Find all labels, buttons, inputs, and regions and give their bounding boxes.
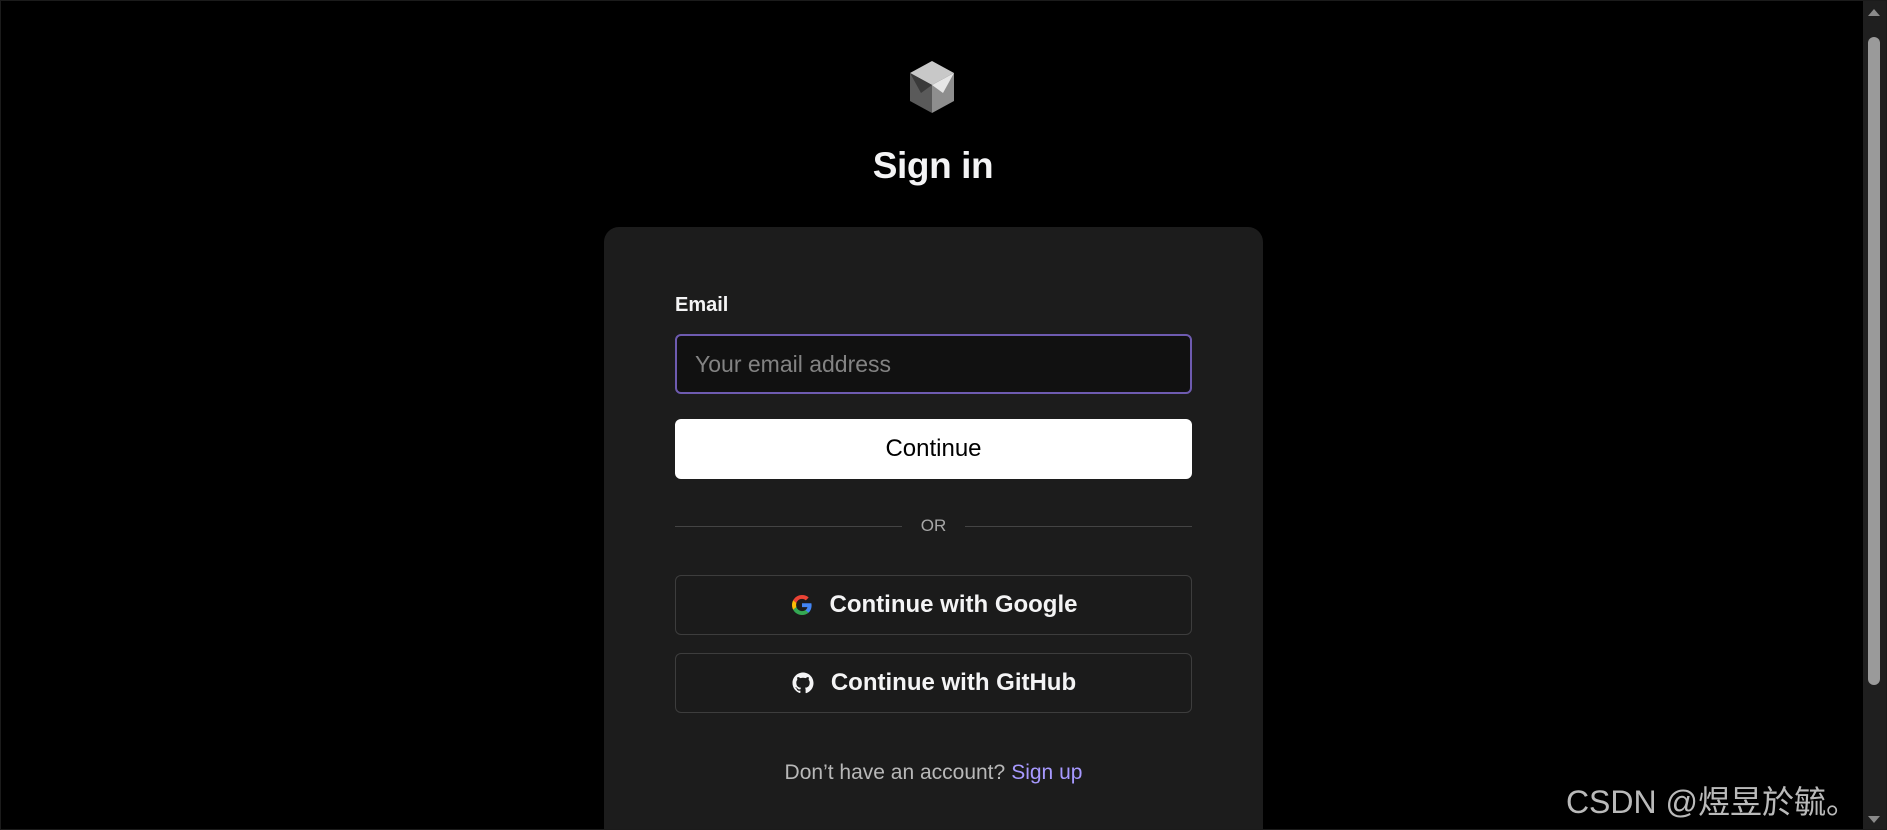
sign-up-link[interactable]: Sign up <box>1011 761 1082 784</box>
signup-prompt-text: Don’t have an account? <box>784 761 1006 784</box>
csdn-watermark: CSDN @煜昱於毓。 <box>1565 784 1858 820</box>
or-divider: OR <box>675 516 1192 536</box>
continue-with-google-button[interactable]: Continue with Google <box>675 575 1192 635</box>
signup-prompt: Don’t have an account? Sign up <box>604 761 1263 785</box>
vertical-scrollbar[interactable] <box>1863 1 1886 829</box>
app-logo-icon <box>910 61 954 113</box>
google-button-label: Continue with Google <box>829 591 1078 618</box>
continue-with-github-button[interactable]: Continue with GitHub <box>675 653 1192 713</box>
sign-in-page: Sign in Email Continue OR Continue with … <box>0 0 1887 830</box>
scrollbar-thumb[interactable] <box>1868 37 1880 685</box>
continue-button[interactable]: Continue <box>675 419 1192 479</box>
sign-in-card: Email Continue OR Continue with Google C… <box>604 227 1263 829</box>
scroll-down-arrow-icon[interactable] <box>1868 816 1880 823</box>
divider-line-right <box>965 526 1192 527</box>
github-octocat-icon <box>792 672 814 694</box>
github-button-label: Continue with GitHub <box>830 669 1077 696</box>
google-g-icon <box>791 595 812 615</box>
page-title: Sign in <box>872 145 994 186</box>
email-field[interactable] <box>675 334 1192 394</box>
scroll-up-arrow-icon[interactable] <box>1868 9 1880 16</box>
email-label: Email <box>675 294 729 316</box>
